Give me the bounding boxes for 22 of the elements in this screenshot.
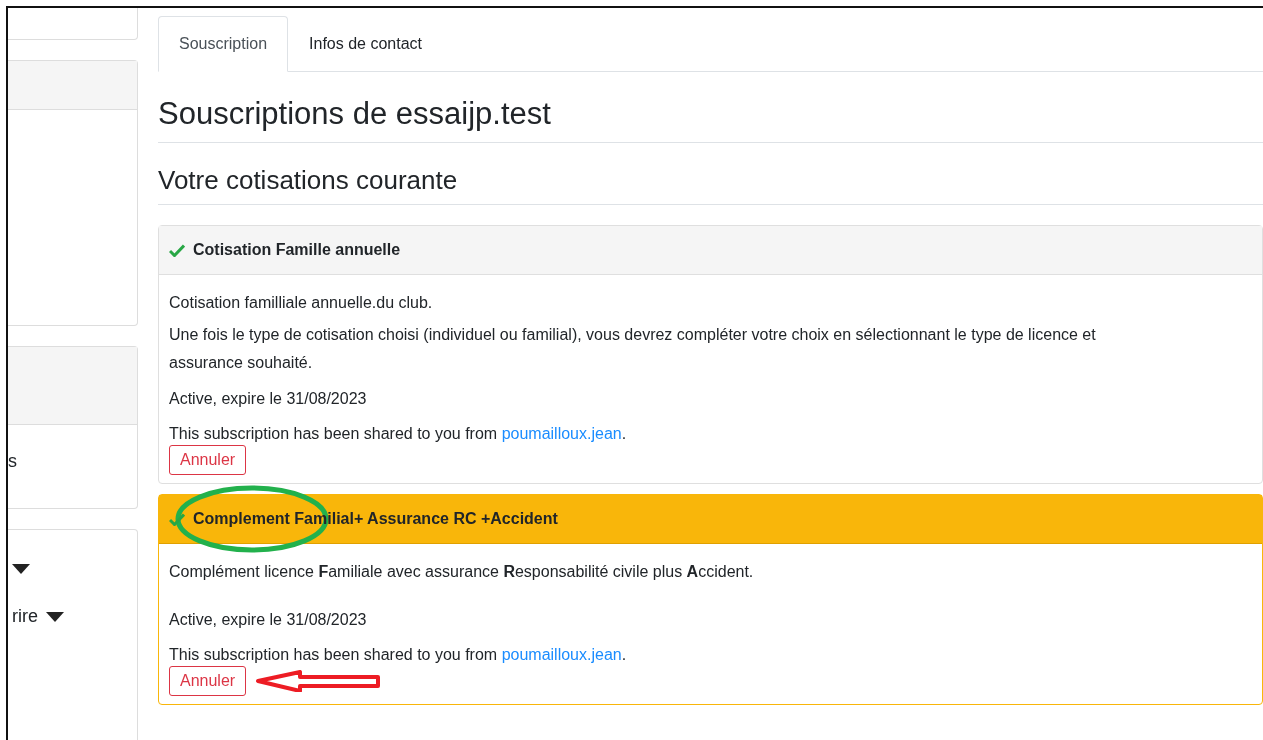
user-link[interactable]: poumailloux.jean	[501, 425, 622, 442]
cancel-button[interactable]: Annuler	[169, 445, 247, 475]
section-title: Votre cotisations courante	[158, 143, 1263, 205]
description-text: Complément licence Familiale avec assurance Responsabilité civile plus Accident.	[169, 562, 755, 582]
status-text: Active, expire le 31/08/2023	[169, 389, 368, 409]
status-text: Active, expire le 31/08/2023	[169, 610, 368, 630]
description-text: Cotisation familliale annuelle.du club.	[169, 293, 434, 313]
tab[interactable]: Infos de contact	[288, 16, 443, 72]
user-link[interactable]: poumailloux.jean	[501, 646, 622, 663]
cancel-button[interactable]: Annuler	[169, 666, 247, 696]
caret-icon[interactable]	[12, 564, 30, 575]
shared-text: This subscription has been shared to you from poumailloux.jean.	[169, 424, 628, 444]
check-icon	[169, 243, 185, 257]
description-text: Une fois le type de cotisation choisi (individuel ou familial), vous devrez compléter votre choix en sélectionnant le type de licence et assurance souhaité.	[169, 325, 1097, 373]
check-icon	[169, 512, 185, 526]
sidebar-text: s	[8, 451, 18, 473]
caret-icon[interactable]	[46, 611, 64, 622]
dropdown-label[interactable]: rire	[12, 606, 38, 628]
page-title: Souscriptions de essaijp.test	[158, 72, 1263, 143]
card-title: Cotisation Famille annuelle	[193, 241, 401, 259]
tab[interactable]: Souscription	[158, 16, 289, 72]
shared-text: This subscription has been shared to you from poumailloux.jean.	[169, 645, 628, 665]
